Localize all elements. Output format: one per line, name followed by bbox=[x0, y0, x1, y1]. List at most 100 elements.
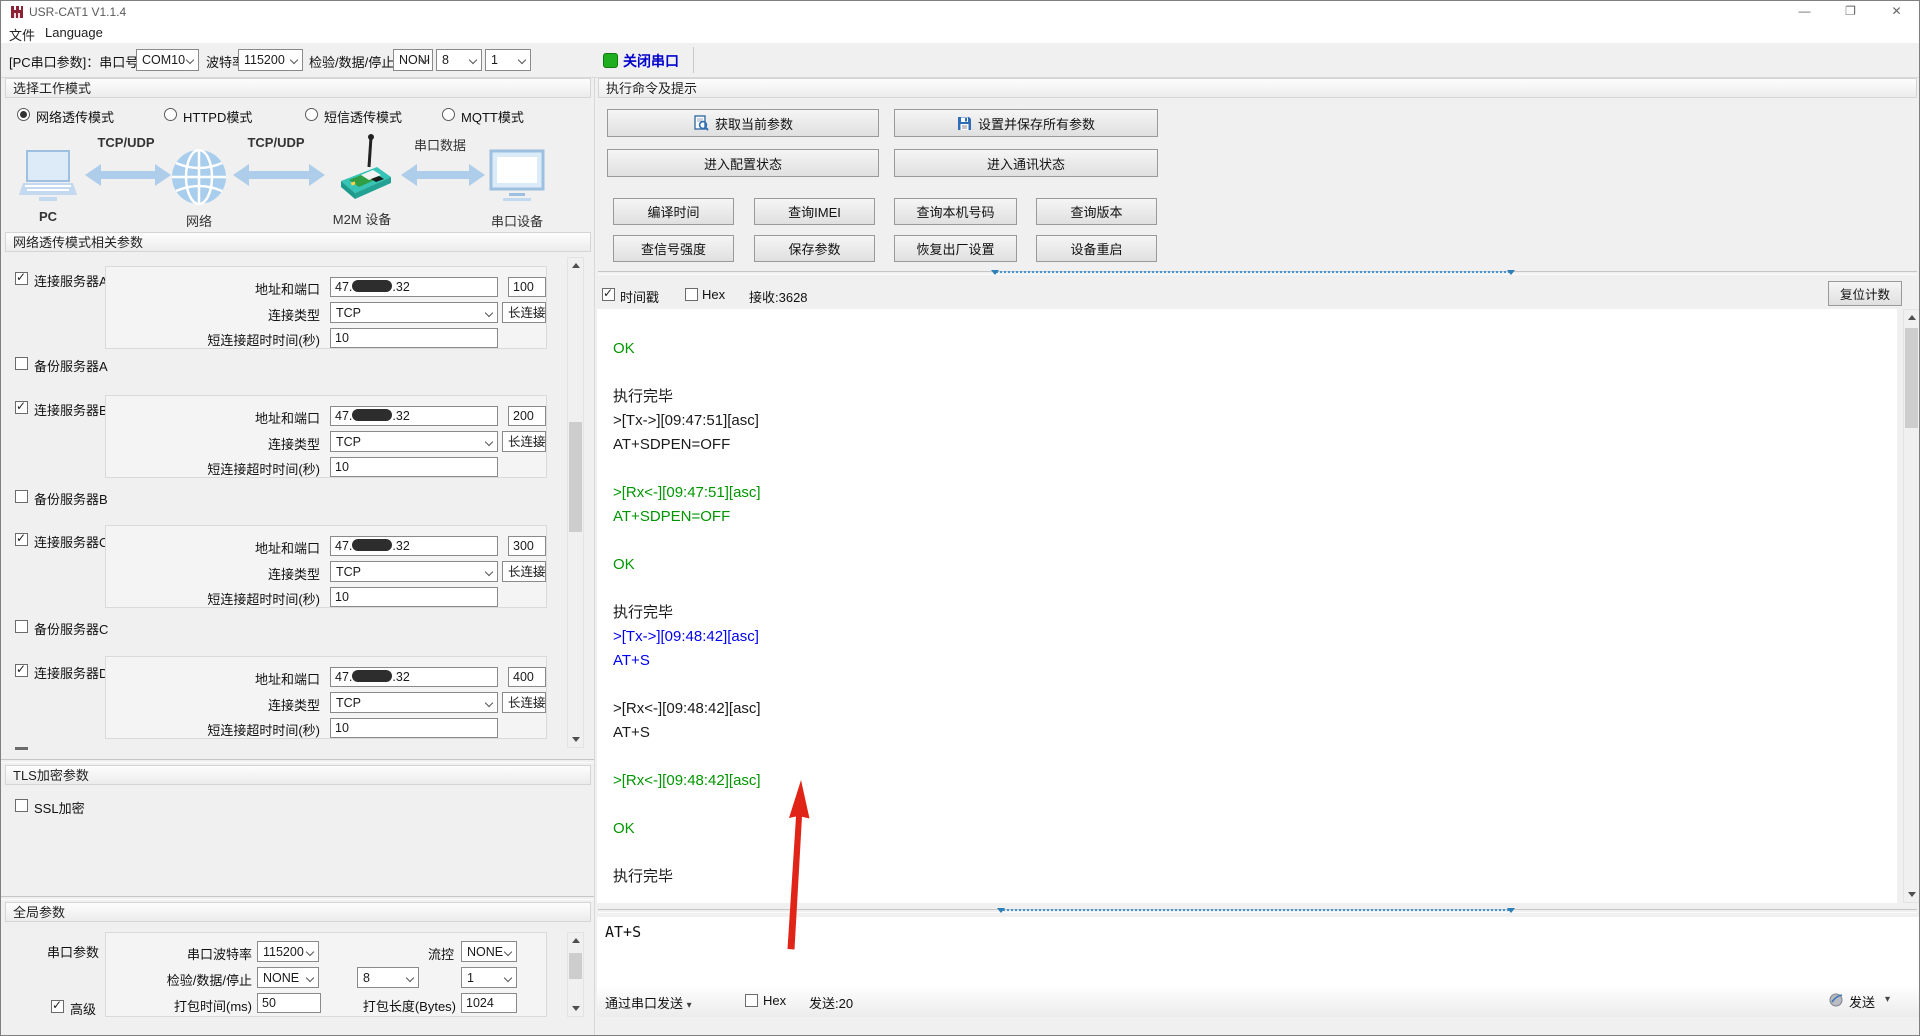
link1-arrow bbox=[85, 163, 171, 187]
stopbits-select[interactable]: 1 bbox=[485, 49, 531, 71]
scroll-down-arrow[interactable] bbox=[569, 733, 582, 746]
ssl-checkbox[interactable] bbox=[15, 799, 28, 812]
server-a-timeout-input[interactable]: 10 bbox=[330, 328, 498, 348]
global-baud-select[interactable]: 115200 bbox=[257, 941, 319, 962]
save-icon bbox=[957, 116, 972, 131]
radio-httpd[interactable] bbox=[164, 108, 177, 121]
scroll-up-arrow[interactable] bbox=[569, 934, 582, 947]
device-restart-button[interactable]: 设备重启 bbox=[1036, 235, 1157, 262]
close-serial-button[interactable]: 关闭串口 bbox=[623, 51, 679, 71]
backup-b-checkbox[interactable] bbox=[15, 490, 28, 503]
server-b-port-input[interactable]: 200 bbox=[508, 406, 546, 426]
close-button[interactable]: ✕ bbox=[1874, 1, 1919, 23]
section-splitter[interactable] bbox=[1, 896, 594, 900]
save-params-button[interactable]: 保存参数 bbox=[754, 235, 875, 262]
server-d-port-input[interactable]: 400 bbox=[508, 667, 546, 687]
radio-sms[interactable] bbox=[305, 108, 318, 121]
log-top-splitter-handle[interactable] bbox=[993, 271, 1513, 273]
link1-label: TCP/UDP bbox=[93, 135, 159, 150]
topology-diagram: TCP/UDP TCP/UDP 串口数据 bbox=[1, 127, 591, 231]
network-label: 网络 bbox=[169, 211, 229, 230]
compile-time-button[interactable]: 编译时间 bbox=[613, 198, 734, 225]
scroll-thumb[interactable] bbox=[569, 422, 582, 532]
server-a-type-select[interactable]: TCP bbox=[330, 302, 498, 323]
reset-count-button[interactable]: 复位计数 bbox=[1828, 281, 1902, 306]
server-b-address-input[interactable]: 47..32 bbox=[330, 406, 498, 426]
backup-a-checkbox[interactable] bbox=[15, 357, 28, 370]
query-version-button[interactable]: 查询版本 bbox=[1036, 198, 1157, 225]
server-b-mode-select[interactable]: 长连接 bbox=[502, 431, 546, 452]
radio-net-transparent[interactable] bbox=[17, 108, 30, 121]
databits-select[interactable]: 8 bbox=[436, 49, 482, 71]
parity-data-stop-label: 检验/数据/停止 bbox=[309, 52, 394, 71]
section-splitter[interactable] bbox=[1, 759, 594, 763]
server-b-type-select[interactable]: TCP bbox=[330, 431, 498, 452]
conn-type-label: 连接类型 bbox=[116, 305, 320, 324]
server-c-box: 地址和端口 47..32 300 连接类型 TCP 长连接 短连接超时时间(秒)… bbox=[105, 525, 547, 608]
server-d-checkbox[interactable] bbox=[15, 664, 28, 677]
query-number-button[interactable]: 查询本机号码 bbox=[894, 198, 1017, 225]
set-save-params-button[interactable]: 设置并保存所有参数 bbox=[894, 109, 1158, 137]
timestamp-checkbox[interactable] bbox=[602, 288, 615, 301]
server-c-mode-select[interactable]: 长连接 bbox=[502, 561, 546, 582]
scroll-up-arrow[interactable] bbox=[569, 259, 582, 272]
server-a-box: 地址和端口 47..32 100 连接类型 TCP 长连接 短连接超时时间(秒)… bbox=[105, 266, 547, 349]
menu-file[interactable]: 文件 bbox=[9, 25, 35, 44]
flow-select[interactable]: NONE bbox=[461, 941, 517, 962]
pc-icon bbox=[17, 149, 79, 205]
server-a-address-input[interactable]: 47..32 bbox=[330, 277, 498, 297]
send-input-text[interactable]: AT+S bbox=[605, 923, 641, 941]
send-via-dropdown[interactable]: 通过串口发送 ▾ bbox=[605, 993, 692, 1012]
baud-select[interactable]: 115200 bbox=[238, 49, 303, 71]
addr-port-label: 地址和端口 bbox=[116, 279, 320, 298]
com-port-select[interactable]: COM10 bbox=[136, 49, 199, 71]
log-hex-checkbox[interactable] bbox=[685, 288, 698, 301]
send-hex-checkbox[interactable] bbox=[745, 994, 758, 1007]
global-scrollbar[interactable] bbox=[567, 932, 584, 1017]
global-stopbits-select[interactable]: 1 bbox=[461, 967, 517, 988]
send-button[interactable]: 发送 ▾ bbox=[1829, 991, 1909, 1011]
radio-mqtt[interactable] bbox=[442, 108, 455, 121]
scroll-down-arrow[interactable] bbox=[569, 1002, 582, 1015]
server-a-port-input[interactable]: 100 bbox=[508, 277, 546, 297]
server-d-type-select[interactable]: TCP bbox=[330, 692, 498, 713]
global-databits-select[interactable]: 8 bbox=[357, 967, 419, 988]
server-c-checkbox[interactable] bbox=[15, 533, 28, 546]
minimize-button[interactable]: — bbox=[1782, 1, 1827, 23]
backup-c-checkbox[interactable] bbox=[15, 620, 28, 633]
enter-comm-button[interactable]: 进入通讯状态 bbox=[894, 149, 1158, 177]
restore-button[interactable]: ❐ bbox=[1828, 1, 1873, 23]
server-c-address-input[interactable]: 47..32 bbox=[330, 536, 498, 556]
server-d-address-input[interactable]: 47..32 bbox=[330, 667, 498, 687]
server-d-timeout-input[interactable]: 10 bbox=[330, 718, 498, 738]
servers-scrollbar[interactable] bbox=[567, 257, 584, 748]
get-params-button[interactable]: 获取当前参数 bbox=[607, 109, 879, 137]
scroll-up-arrow[interactable] bbox=[1905, 311, 1918, 324]
server-b-checkbox[interactable] bbox=[15, 401, 28, 414]
factory-reset-button[interactable]: 恢复出厂设置 bbox=[894, 235, 1017, 262]
enter-config-button[interactable]: 进入配置状态 bbox=[607, 149, 879, 177]
packtime-input[interactable]: 50 bbox=[257, 993, 321, 1013]
advanced-checkbox[interactable] bbox=[51, 1000, 64, 1013]
packlen-input[interactable]: 1024 bbox=[461, 993, 517, 1013]
server-d-mode-select[interactable]: 长连接 bbox=[502, 692, 546, 713]
server-b-timeout-input[interactable]: 10 bbox=[330, 457, 498, 477]
server-c-port-input[interactable]: 300 bbox=[508, 536, 546, 556]
scroll-thumb[interactable] bbox=[1905, 328, 1918, 428]
server-a-mode-select[interactable]: 长连接 bbox=[502, 302, 546, 323]
query-imei-button[interactable]: 查询IMEI bbox=[754, 198, 875, 225]
server-c-timeout-input[interactable]: 10 bbox=[330, 587, 498, 607]
query-signal-button[interactable]: 查信号强度 bbox=[613, 235, 734, 262]
scroll-down-arrow[interactable] bbox=[1905, 888, 1918, 901]
server-a-checkbox[interactable] bbox=[15, 272, 28, 285]
server-b-label: 连接服务器B bbox=[34, 400, 108, 419]
log-scrollbar[interactable] bbox=[1903, 309, 1920, 903]
global-parity-select[interactable]: NONE bbox=[257, 967, 319, 988]
menu-language[interactable]: Language bbox=[45, 25, 103, 40]
send-splitter-handle[interactable] bbox=[999, 909, 1513, 911]
radio-sms-label: 短信透传模式 bbox=[324, 107, 402, 126]
menu-bar: 文件 Language bbox=[1, 23, 1919, 43]
scroll-thumb[interactable] bbox=[569, 953, 582, 979]
parity-select[interactable]: NONI bbox=[393, 49, 433, 71]
server-c-type-select[interactable]: TCP bbox=[330, 561, 498, 582]
